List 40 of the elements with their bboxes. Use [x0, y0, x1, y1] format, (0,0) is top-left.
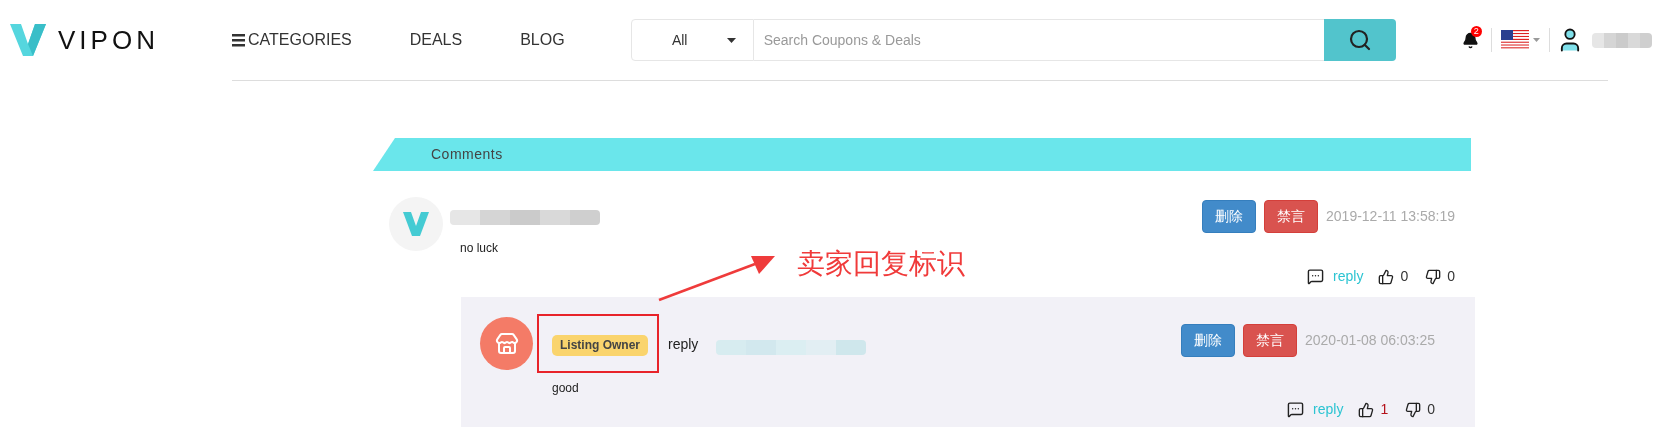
logo-icon: [403, 212, 429, 236]
store-icon: [494, 331, 519, 356]
mute-button[interactable]: 禁言: [1264, 200, 1319, 233]
menu-icon[interactable]: [232, 33, 245, 47]
logo-icon: [10, 24, 46, 56]
comment-date: 2020-01-08 06:03:25: [1305, 331, 1435, 350]
delete-button[interactable]: 删除: [1202, 200, 1257, 233]
listing-owner-badge: Listing Owner: [552, 335, 648, 356]
dislike-count: 0: [1447, 267, 1455, 286]
thumbs-up-icon[interactable]: [1358, 401, 1375, 418]
search-field[interactable]: Search Coupons & Deals: [753, 19, 1324, 61]
thumbs-down-icon[interactable]: [1405, 401, 1422, 418]
comment-date: 2019-12-11 13:58:19: [1326, 207, 1455, 226]
search-icon: [1347, 28, 1372, 52]
comment-text: good: [552, 380, 579, 397]
nav-link[interactable]: DEALS: [409, 28, 463, 52]
like-count: 1: [1380, 400, 1389, 419]
section-title: Comments: [431, 145, 503, 164]
reply-link[interactable]: reply: [1333, 266, 1364, 287]
like-count: 0: [1400, 267, 1409, 286]
delete-button[interactable]: 删除: [1181, 324, 1235, 357]
search-button[interactable]: [1323, 19, 1396, 61]
caret-icon: [727, 37, 737, 43]
blurred-name: [1591, 32, 1652, 48]
dislike-count: 0: [1427, 400, 1435, 419]
annotation-text: 卖家回复标识: [797, 247, 965, 281]
comment-text: no luck: [460, 240, 499, 257]
mute-button[interactable]: 禁言: [1243, 324, 1297, 357]
caret-icon[interactable]: [1532, 38, 1540, 42]
category-select[interactable]: All: [630, 19, 754, 61]
brand-name[interactable]: VIPON: [58, 20, 159, 60]
comment-icon[interactable]: [1287, 401, 1305, 418]
reply-verb: reply: [668, 334, 699, 354]
notification-badge: 2: [1470, 25, 1482, 37]
us-flag-icon[interactable]: [1500, 30, 1529, 50]
comment-icon[interactable]: [1307, 268, 1325, 285]
nav-link[interactable]: BLOG: [520, 28, 565, 52]
thumbs-up-icon[interactable]: [1378, 268, 1395, 285]
thumbs-down-icon[interactable]: [1425, 268, 1442, 285]
nav-link[interactable]: CATEGORIES: [232, 28, 352, 52]
